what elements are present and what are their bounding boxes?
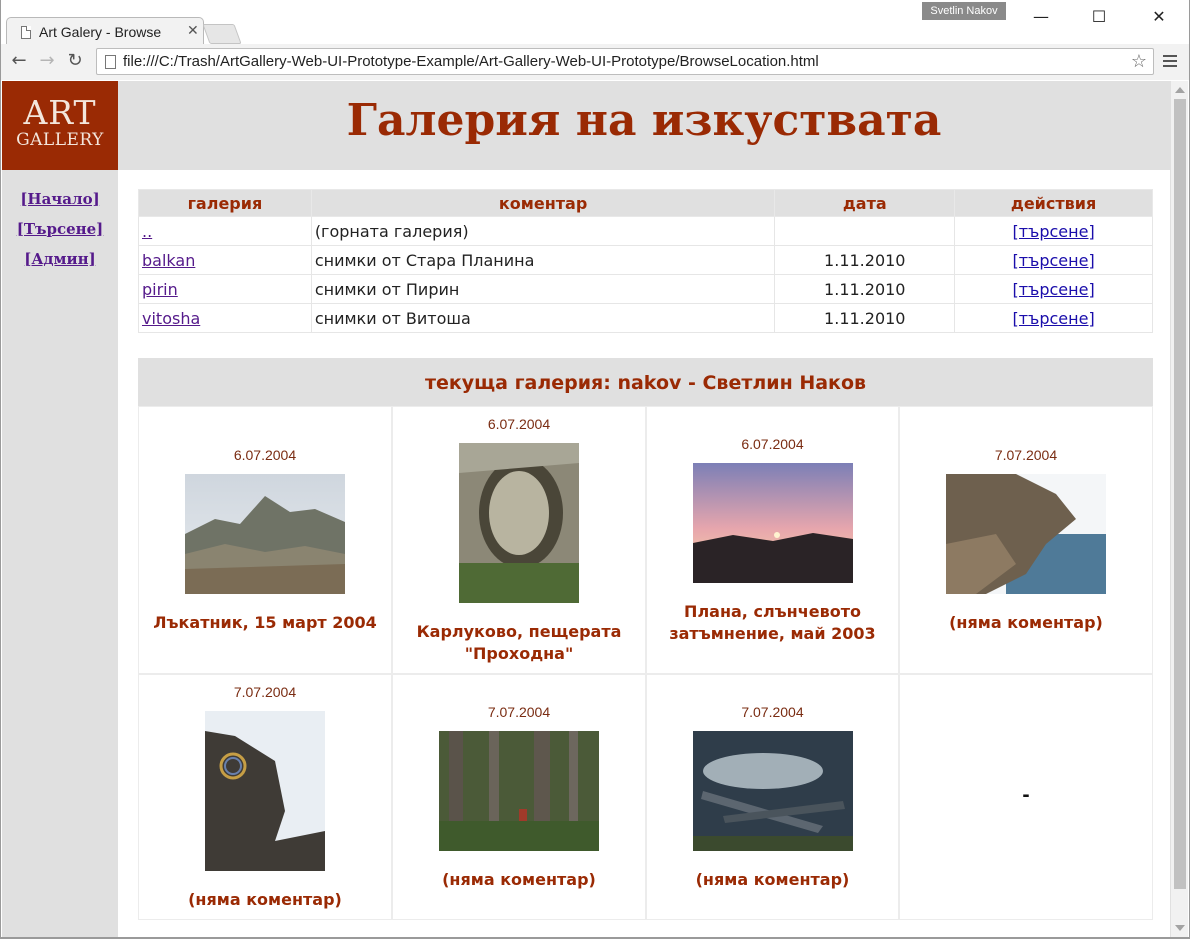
photo-date: 6.07.2004 xyxy=(487,416,551,432)
gallery-link-pirin[interactable]: pirin xyxy=(142,280,178,299)
column-header-comment: коментар xyxy=(310,189,776,217)
gallery-search-link[interactable]: [търсене] xyxy=(1012,280,1094,299)
gallery-search-link[interactable]: [търсене] xyxy=(1012,251,1094,270)
photo-card: 6.07.2004 Плана, слънчевото затъмнение, … xyxy=(646,406,899,674)
current-gallery-heading: текуща галерия: nakov - Светлин Наков xyxy=(138,358,1153,406)
photo-caption: Карлуково, пещерата "Проходна" xyxy=(416,622,622,663)
empty-cell-dash: - xyxy=(1022,785,1030,806)
table-header-row: галерия коментар дата действия xyxy=(138,189,1153,217)
site-header: ART GALLERY Галерия на изкуствата xyxy=(2,81,1170,170)
page-content: ART GALLERY Галерия на изкуствата [Начал… xyxy=(2,81,1170,939)
sidebar-nav: [Начало] [Търсене] [Админ] xyxy=(2,170,118,274)
browser-menu-icon[interactable] xyxy=(1162,52,1178,70)
scrollbar-thumb[interactable] xyxy=(1174,99,1186,889)
art-gallery-logo[interactable]: ART GALLERY xyxy=(2,81,118,170)
gallery-comment: снимки от Пирин xyxy=(310,274,776,304)
photo-caption: (няма коментар) xyxy=(949,613,1103,632)
gallery-link-parent[interactable]: .. xyxy=(142,222,152,241)
forward-arrow-icon[interactable]: → xyxy=(36,50,58,72)
profile-badge[interactable]: Svetlin Nakov xyxy=(922,2,1006,20)
logo-line-gallery: GALLERY xyxy=(16,130,104,150)
table-row: balkan снимки от Стара Планина 1.11.2010… xyxy=(138,245,1153,275)
sidebar-item-home[interactable]: [Начало] xyxy=(2,184,118,214)
photo-date: 7.07.2004 xyxy=(233,684,297,700)
gallery-comment: (горната галерия) xyxy=(310,216,776,246)
photo-caption: (няма коментар) xyxy=(695,870,850,889)
photo-date: 6.07.2004 xyxy=(233,447,297,463)
sidebar-item-search[interactable]: [Търсене] xyxy=(2,214,118,244)
photo-thumbnail-stream[interactable] xyxy=(692,731,853,851)
photo-card: 7.07.2004 (няма коментар) xyxy=(138,674,392,920)
photo-caption: (няма коментар) xyxy=(188,890,342,909)
gallery-comment: снимки от Витоша xyxy=(310,303,776,333)
photo-grid: 6.07.2004 Лъкатник, 15 март 2004 6.07.20… xyxy=(138,406,1153,920)
gallery-date: 1.11.2010 xyxy=(774,274,956,304)
current-gallery: текуща галерия: nakov - Светлин Наков 6.… xyxy=(138,358,1153,920)
gallery-date: 1.11.2010 xyxy=(774,245,956,275)
bookmark-star-icon[interactable]: ☆ xyxy=(1131,51,1147,72)
address-bar[interactable]: file:///C:/Trash/ArtGallery-Web-UI-Proto… xyxy=(96,48,1154,75)
gallery-search-link[interactable]: [търсене] xyxy=(1012,222,1094,241)
gallery-link-balkan[interactable]: balkan xyxy=(142,251,195,270)
reload-icon[interactable]: ↻ xyxy=(64,50,86,72)
photo-date: 7.07.2004 xyxy=(741,704,804,720)
photo-card: 7.07.2004 (няма коментар) xyxy=(646,674,899,920)
close-tab-icon[interactable]: ✕ xyxy=(187,23,199,39)
photo-thumbnail-plana[interactable] xyxy=(692,463,853,583)
minimize-icon[interactable]: — xyxy=(1030,6,1052,28)
photo-date: 6.07.2004 xyxy=(741,436,804,452)
photo-card: 7.07.2004 (няма коментар) xyxy=(899,406,1153,674)
gallery-date xyxy=(774,216,956,246)
address-url[interactable]: file:///C:/Trash/ArtGallery-Web-UI-Proto… xyxy=(123,53,819,70)
photo-card: 6.07.2004 Лъкатник, 15 март 2004 xyxy=(138,406,392,674)
vertical-scrollbar[interactable] xyxy=(1170,81,1188,937)
tab-title: Art Galery - Browse xyxy=(39,24,162,40)
scroll-down-arrow-icon[interactable] xyxy=(1175,925,1185,931)
photo-thumbnail-cliff-sun[interactable] xyxy=(205,711,325,871)
photo-thumbnail-karlukovo[interactable] xyxy=(459,443,579,603)
scroll-up-arrow-icon[interactable] xyxy=(1175,87,1185,93)
sidebar-item-admin[interactable]: [Админ] xyxy=(2,244,118,274)
back-arrow-icon[interactable]: ← xyxy=(8,50,30,72)
maximize-icon[interactable]: ☐ xyxy=(1088,6,1110,28)
photo-thumbnail-forest[interactable] xyxy=(439,731,599,851)
photo-caption: Плана, слънчевото затъмнение, май 2003 xyxy=(669,602,876,643)
empty-photo-cell: - xyxy=(899,674,1153,920)
site-title: Галерия на изкуствата xyxy=(346,95,942,146)
close-window-icon[interactable]: ✕ xyxy=(1148,6,1170,28)
photo-thumbnail-rocks-sea[interactable] xyxy=(946,474,1106,594)
gallery-search-link[interactable]: [търсене] xyxy=(1012,309,1094,328)
gallery-comment: снимки от Стара Планина xyxy=(310,245,776,275)
photo-card: 7.07.2004 (няма коментар) xyxy=(392,674,646,920)
page-info-icon[interactable] xyxy=(105,55,116,69)
new-tab-button[interactable] xyxy=(202,24,242,44)
galleries-table: галерия коментар дата действия .. (горна… xyxy=(138,189,1153,333)
table-row: vitosha снимки от Витоша 1.11.2010 [търс… xyxy=(138,303,1153,333)
photo-caption: Лъкатник, 15 март 2004 xyxy=(153,613,377,632)
browser-tab[interactable]: Art Galery - Browse ✕ xyxy=(6,17,204,45)
browser-toolbar: ← → ↻ file:///C:/Trash/ArtGallery-Web-UI… xyxy=(0,44,1190,80)
photo-card: 6.07.2004 Карлуково, пещерата "Проходна" xyxy=(392,406,646,674)
table-row: pirin снимки от Пирин 1.11.2010 [търсене… xyxy=(138,274,1153,304)
table-row: .. (горната галерия) [търсене] xyxy=(138,216,1153,246)
sidebar: [Начало] [Търсене] [Админ] xyxy=(2,170,118,939)
column-header-date: дата xyxy=(774,189,956,217)
gallery-link-vitosha[interactable]: vitosha xyxy=(142,309,200,328)
title-bar: Art Galery - Browse ✕ Svetlin Nakov — ☐ … xyxy=(0,0,1190,45)
window-border xyxy=(0,0,1,939)
photo-date: 7.07.2004 xyxy=(994,447,1058,463)
column-header-gallery: галерия xyxy=(138,189,312,217)
photo-date: 7.07.2004 xyxy=(487,704,551,720)
logo-line-art: ART xyxy=(23,93,97,132)
gallery-date: 1.11.2010 xyxy=(774,303,956,333)
browser-chrome: Art Galery - Browse ✕ Svetlin Nakov — ☐ … xyxy=(0,0,1190,80)
column-header-actions: действия xyxy=(954,189,1153,217)
photo-thumbnail-lakatnik[interactable] xyxy=(185,474,345,594)
photo-caption: (няма коментар) xyxy=(442,870,596,889)
document-icon xyxy=(21,26,31,39)
